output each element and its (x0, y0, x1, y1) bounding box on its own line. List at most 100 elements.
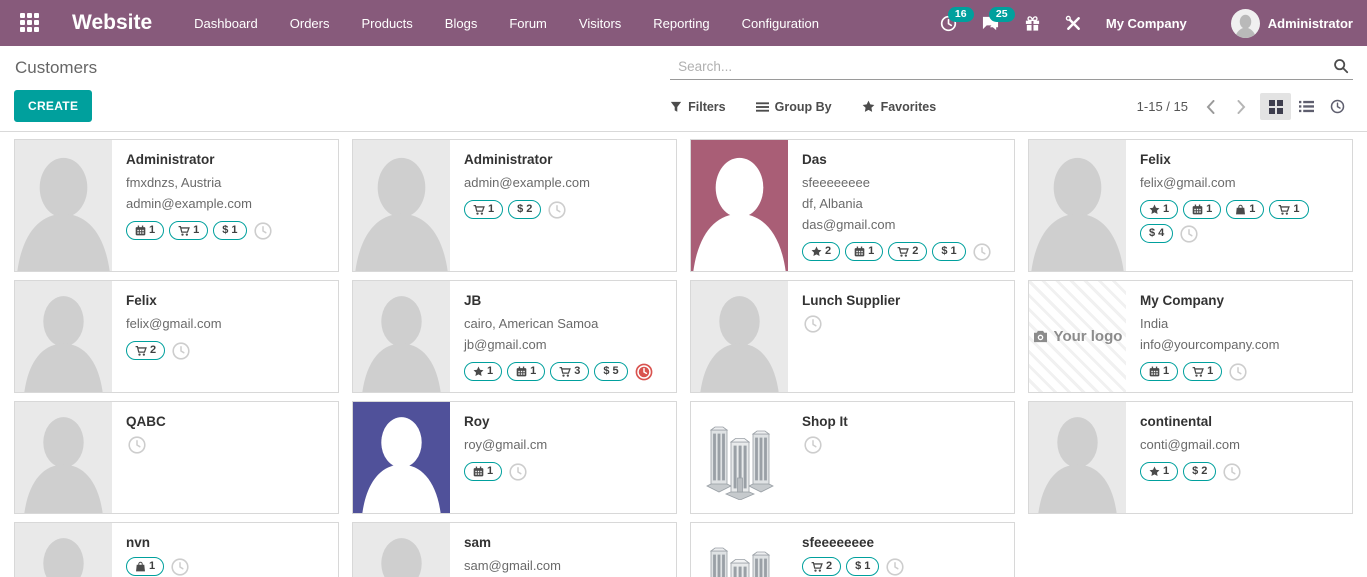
calendar-badge[interactable]: 1 (1183, 200, 1221, 219)
bag-badge[interactable]: 1 (1226, 200, 1264, 219)
customer-card[interactable]: Your logo My Company Indiainfo@yourcompa… (1028, 280, 1353, 393)
star-badge[interactable]: 1 (464, 362, 502, 381)
customer-name[interactable]: Das (802, 152, 1004, 167)
calendar-badge[interactable]: 1 (845, 242, 883, 261)
cart-badge[interactable]: 2 (888, 242, 927, 261)
customer-card[interactable]: Das sfeeeeeeeedf, Albaniadas@gmail.com 2… (690, 139, 1015, 272)
activity-clock-icon[interactable] (128, 436, 146, 454)
nav-item-products[interactable]: Products (345, 0, 428, 46)
create-button[interactable]: CREATE (14, 90, 92, 122)
nav-item-configuration[interactable]: Configuration (726, 0, 835, 46)
nav-item-visitors[interactable]: Visitors (563, 0, 637, 46)
activity-clock-icon[interactable] (1180, 225, 1198, 243)
dollar-badge[interactable]: $2 (1183, 462, 1216, 481)
kanban-view-button[interactable] (1260, 93, 1291, 120)
activity-clock-icon[interactable] (886, 558, 904, 576)
cart-badge[interactable]: 1 (169, 221, 208, 240)
customer-name[interactable]: Felix (1140, 152, 1342, 167)
search-input[interactable] (678, 59, 1333, 74)
customer-card[interactable]: QABC (14, 401, 339, 514)
brand-title[interactable]: Website (72, 11, 152, 35)
cart-badge[interactable]: 1 (1269, 200, 1308, 219)
bag-badge[interactable]: 1 (126, 557, 164, 576)
activity-clock-icon[interactable] (548, 201, 566, 219)
customer-card[interactable]: continental conti@gmail.com 1$2 (1028, 401, 1353, 514)
customer-name[interactable]: Felix (126, 293, 328, 308)
customer-card[interactable]: nvn 1 (14, 522, 339, 577)
activity-clock-icon[interactable] (254, 222, 272, 240)
calendar-badge[interactable]: 1 (1140, 362, 1178, 381)
customer-name[interactable]: continental (1140, 414, 1342, 429)
group-by-button[interactable]: Group By (756, 100, 832, 114)
nav-item-dashboard[interactable]: Dashboard (178, 0, 274, 46)
customer-name[interactable]: Administrator (464, 152, 666, 167)
company-switcher[interactable]: My Company (1096, 16, 1201, 31)
badge-count: 1 (488, 203, 494, 216)
customer-name[interactable]: QABC (126, 414, 328, 429)
star-badge[interactable]: 2 (802, 242, 840, 261)
apps-menu-icon[interactable] (20, 13, 40, 33)
favorites-button[interactable]: Favorites (862, 100, 937, 114)
tools-icon[interactable] (1055, 9, 1092, 38)
customer-name[interactable]: My Company (1140, 293, 1342, 308)
dollar-badge[interactable]: $1 (213, 221, 246, 240)
activity-view-button[interactable] (1322, 93, 1353, 120)
activity-clock-icon[interactable] (172, 342, 190, 360)
customer-name[interactable]: Roy (464, 414, 666, 429)
customer-card[interactable]: Lunch Supplier (690, 280, 1015, 393)
dollar-badge[interactable]: $2 (508, 200, 541, 219)
customer-card[interactable]: Shop It (690, 401, 1015, 514)
cart-badge[interactable]: 1 (1183, 362, 1222, 381)
dollar-badge[interactable]: $1 (846, 557, 879, 576)
calendar-badge[interactable]: 1 (464, 462, 502, 481)
gift-icon[interactable] (1014, 9, 1051, 38)
customer-name[interactable]: sam (464, 535, 666, 550)
nav-item-blogs[interactable]: Blogs (429, 0, 494, 46)
customer-name[interactable]: nvn (126, 535, 328, 550)
customer-card[interactable]: Roy roy@gmail.cm 1 (352, 401, 677, 514)
dollar-badge[interactable]: $5 (594, 362, 627, 381)
activity-clock-icon[interactable]: 16 (930, 9, 967, 38)
star-badge[interactable]: 1 (1140, 462, 1178, 481)
customer-name[interactable]: Shop It (802, 414, 1004, 429)
list-view-button[interactable] (1291, 93, 1322, 120)
customer-card[interactable]: Administrator fmxdnzs, Austriaadmin@exam… (14, 139, 339, 272)
activity-clock-icon[interactable] (171, 558, 189, 576)
calendar-badge[interactable]: 1 (507, 362, 545, 381)
pager-next-icon[interactable] (1237, 100, 1246, 114)
customer-card[interactable]: JB cairo, American Samoajb@gmail.com 113… (352, 280, 677, 393)
cart-badge[interactable]: 2 (802, 557, 841, 576)
customer-name[interactable]: JB (464, 293, 666, 308)
calendar-badge[interactable]: 1 (126, 221, 164, 240)
cart-badge[interactable]: 2 (126, 341, 165, 360)
dollar-badge[interactable]: $4 (1140, 224, 1173, 243)
search-icon[interactable] (1333, 58, 1349, 74)
customer-name[interactable]: Administrator (126, 152, 328, 167)
messages-icon[interactable]: 25 (971, 9, 1010, 38)
customer-card[interactable]: Felix felix@gmail.com 2 (14, 280, 339, 393)
nav-item-forum[interactable]: Forum (493, 0, 563, 46)
pager-previous-icon[interactable] (1206, 100, 1215, 114)
filters-button[interactable]: Filters (670, 100, 726, 114)
user-menu[interactable]: Administrator (1205, 9, 1353, 38)
activity-clock-icon[interactable] (973, 243, 991, 261)
activity-clock-icon[interactable] (635, 363, 653, 381)
cart-badge[interactable]: 3 (550, 362, 589, 381)
customer-card[interactable]: sfeeeeeeee 2 $1 (690, 522, 1015, 577)
cart-icon (1192, 366, 1204, 378)
activity-clock-icon[interactable] (509, 463, 527, 481)
activity-clock-icon[interactable] (1229, 363, 1247, 381)
cart-badge[interactable]: 1 (464, 200, 503, 219)
customer-name[interactable]: Lunch Supplier (802, 293, 1004, 308)
activity-clock-icon[interactable] (804, 315, 822, 333)
customer-card[interactable]: Felix felix@gmail.com 1111$4 (1028, 139, 1353, 272)
customer-card[interactable]: sam sam@gmail.com (352, 522, 677, 577)
customer-name[interactable]: sfeeeeeeee (802, 535, 1004, 550)
customer-card[interactable]: Administrator admin@example.com 1$2 (352, 139, 677, 272)
nav-item-reporting[interactable]: Reporting (637, 0, 725, 46)
star-badge[interactable]: 1 (1140, 200, 1178, 219)
activity-clock-icon[interactable] (1223, 463, 1241, 481)
nav-item-orders[interactable]: Orders (274, 0, 346, 46)
activity-clock-icon[interactable] (804, 436, 822, 454)
dollar-badge[interactable]: $1 (932, 242, 965, 261)
